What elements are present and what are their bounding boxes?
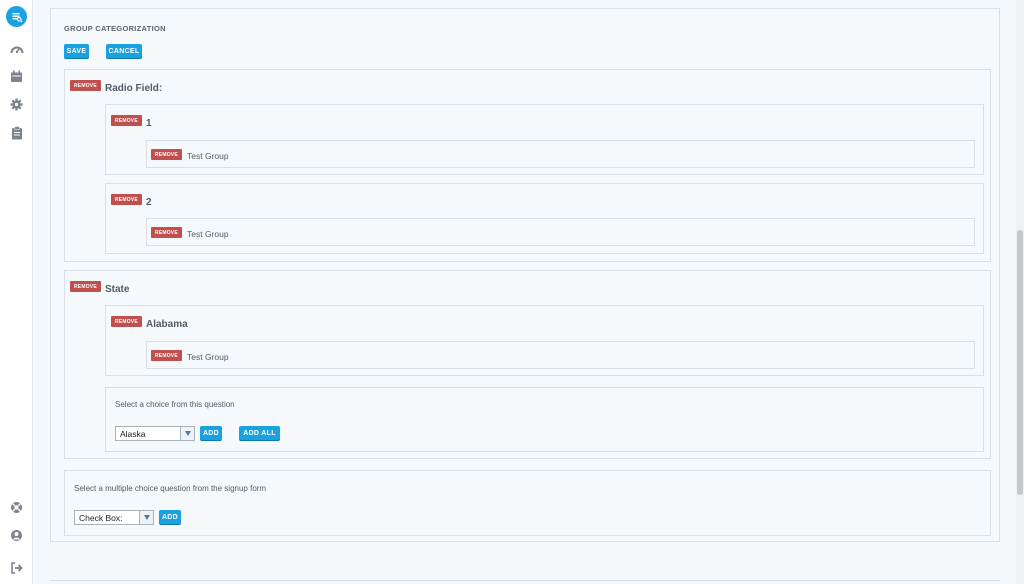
save-button[interactable]: SAVE (64, 44, 89, 58)
remove-choice-button[interactable]: REMOVE (111, 316, 142, 327)
remove-group-button[interactable]: REMOVE (151, 149, 182, 160)
remove-group-button[interactable]: REMOVE (151, 350, 182, 361)
question-block-state: REMOVE State REMOVE Alabama REMOVE Test … (64, 270, 991, 459)
chevron-down-icon (180, 427, 194, 440)
choice-picker-hint: Select a choice from this question (115, 400, 235, 409)
question-select-value: Check Box: (79, 512, 123, 523)
group-name: Test Group (187, 229, 229, 239)
choice-block: REMOVE Alabama REMOVE Test Group (105, 305, 984, 376)
question-name: State (105, 284, 130, 295)
choice-name: 2 (146, 197, 152, 208)
question-select[interactable]: Check Box: (74, 510, 154, 525)
add-choice-button[interactable]: ADD (200, 426, 222, 440)
group-row: REMOVE Test Group (146, 341, 975, 369)
calendar-icon[interactable] (8, 68, 25, 85)
question-name: Radio Field: (105, 83, 163, 94)
group-row: REMOVE Test Group (146, 140, 975, 168)
remove-choice-button[interactable]: REMOVE (111, 194, 142, 205)
page-title: GROUP CATEGORIZATION (64, 24, 166, 33)
choice-block: REMOVE 2 REMOVE Test Group (105, 183, 984, 254)
question-picker: Select a multiple choice question from t… (64, 470, 991, 536)
scrollbar-thumb[interactable] (1017, 230, 1023, 495)
choice-picker: Select a choice from this question Alask… (105, 387, 984, 452)
app-logo-icon[interactable] (6, 6, 27, 27)
chevron-down-icon (139, 511, 153, 524)
question-picker-hint: Select a multiple choice question from t… (74, 484, 267, 493)
choice-select[interactable]: Alaska (115, 426, 195, 441)
choice-block: REMOVE 1 REMOVE Test Group (105, 104, 984, 175)
scrollbar[interactable] (1016, 0, 1024, 584)
choice-select-value: Alaska (120, 428, 146, 439)
question-block-radio-field: REMOVE Radio Field: REMOVE 1 REMOVE Test… (64, 69, 991, 262)
cancel-button[interactable]: CANCEL (106, 44, 142, 58)
choice-name: Alabama (146, 319, 188, 330)
remove-question-button[interactable]: REMOVE (70, 80, 101, 91)
group-name: Test Group (187, 352, 229, 362)
clipboard-icon[interactable] (8, 124, 25, 141)
user-icon[interactable] (8, 527, 25, 544)
gear-icon[interactable] (8, 96, 25, 113)
group-categorization-panel: GROUP CATEGORIZATION SAVE CANCEL REMOVE … (50, 8, 1000, 542)
remove-choice-button[interactable]: REMOVE (111, 115, 142, 126)
logout-icon[interactable] (8, 559, 25, 576)
remove-question-button[interactable]: REMOVE (70, 281, 101, 292)
dashboard-icon[interactable] (8, 41, 25, 58)
sidebar (0, 0, 33, 584)
add-all-choices-button[interactable]: ADD ALL (239, 426, 280, 440)
remove-group-button[interactable]: REMOVE (151, 227, 182, 238)
choice-name: 1 (146, 118, 152, 129)
group-row: REMOVE Test Group (146, 218, 975, 246)
footer-divider (50, 580, 1000, 581)
help-icon[interactable] (8, 499, 25, 516)
group-name: Test Group (187, 151, 229, 161)
add-question-button[interactable]: ADD (159, 510, 181, 524)
